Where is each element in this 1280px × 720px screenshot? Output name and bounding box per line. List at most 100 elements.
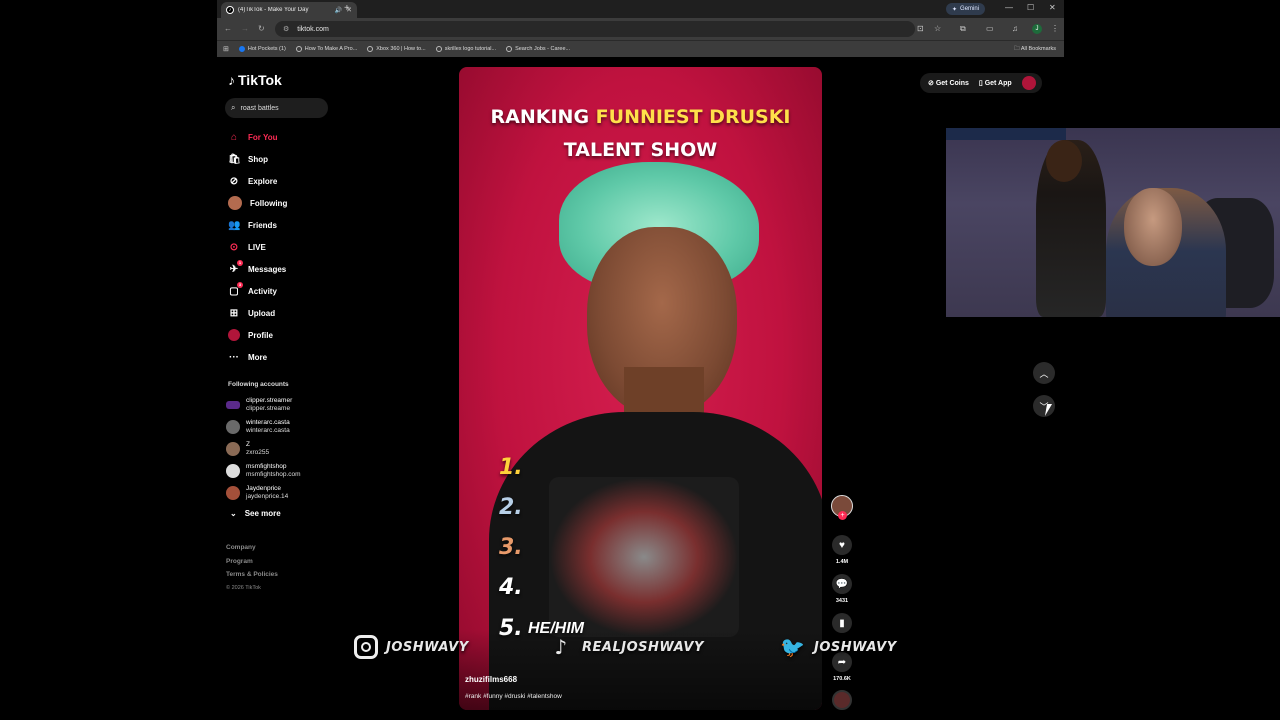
back-icon[interactable]: ←	[224, 24, 232, 33]
sidebar-item-label: Friends	[248, 220, 277, 230]
comment-button[interactable]: 💬 3431	[830, 574, 854, 604]
url-field[interactable]: ⚙ tiktok.com	[275, 21, 915, 37]
sidebar-item-label: Explore	[248, 176, 278, 186]
footer-link-terms[interactable]: Terms & Policies	[226, 568, 278, 582]
menu-kebab-icon[interactable]: ⋮	[1051, 24, 1059, 33]
sidebar-item-upload[interactable]: ⊞ Upload	[226, 302, 336, 324]
sidebar-item-for-you[interactable]: ⌂ For You	[226, 126, 336, 148]
title-highlight: FUNNIEST DRUSKI	[595, 106, 791, 128]
like-count: 1.4M	[835, 559, 849, 565]
site-info-icon[interactable]: ⚙	[283, 25, 289, 33]
sidebar-item-shop[interactable]: 🛍 Shop	[226, 148, 336, 170]
sidebar-item-label: LIVE	[248, 242, 266, 252]
sidebar-item-friends[interactable]: 👥 Friends	[226, 214, 336, 236]
close-window-icon[interactable]: ✕	[1049, 3, 1056, 12]
maximize-icon[interactable]: ☐	[1027, 3, 1034, 12]
folder-icon: 🗀	[1014, 46, 1020, 52]
account-username: zxro255	[246, 449, 270, 456]
sidebar-item-activity[interactable]: ▢ 3 Activity	[226, 280, 336, 302]
tiktok-logo-icon: ♪	[228, 72, 235, 88]
minimize-icon[interactable]: —	[1005, 3, 1013, 12]
following-account[interactable]: Zzxro255	[226, 438, 336, 460]
user-avatar[interactable]	[1021, 76, 1036, 90]
account-name: Jaydenprice	[246, 485, 282, 492]
rank-3: 3.	[499, 535, 523, 560]
gemini-label: Gemini	[960, 6, 980, 12]
speaker-icon[interactable]: 🔊	[335, 7, 342, 14]
title-line-2: TALENT SHOW	[563, 139, 718, 161]
bookmark-label: skrillex logo tutorial...	[444, 46, 497, 52]
twitter-handle: JOSHWAVY	[814, 639, 897, 655]
gemini-sparkle-icon: ✦	[952, 6, 958, 13]
gemini-button[interactable]: ✦ Gemini	[946, 3, 986, 15]
sidebar-item-profile[interactable]: Profile	[226, 324, 336, 346]
split-view-icon[interactable]: ▭	[986, 24, 994, 33]
tab-title: (4)TikTok - Make Your Day	[238, 7, 309, 13]
apps-grid-icon[interactable]: ⊞	[223, 45, 229, 53]
twitter-bird-icon: 🐦	[780, 635, 806, 659]
bookmark-item[interactable]: How To Make A Pro...	[295, 46, 358, 52]
media-control-icon[interactable]: ♫	[1012, 24, 1018, 33]
webcam-overlay	[946, 128, 1280, 317]
sidebar-item-messages[interactable]: ✈ 1 Messages	[226, 258, 336, 280]
following-account[interactable]: winterarc.casta winterarc.casta	[226, 416, 336, 438]
favorite-button[interactable]: ▮	[830, 613, 854, 633]
video-author[interactable]: zhuzifilms668	[465, 675, 517, 684]
bookmark-item[interactable]: Search Jobs - Caree...	[506, 46, 570, 52]
follow-plus-icon[interactable]: +	[838, 511, 847, 520]
bookmark-item[interactable]: Xbox 360 | How to...	[367, 46, 426, 52]
account-name: Z	[246, 441, 250, 448]
sidebar-item-explore[interactable]: ⊘ Explore	[226, 170, 336, 192]
install-app-icon[interactable]: ⊡	[917, 24, 924, 33]
extensions-icon[interactable]: ⧉	[960, 24, 966, 34]
following-account[interactable]: Jaydenprice jaydenprice.14	[226, 482, 336, 504]
account-username: clipper.streame	[246, 405, 291, 412]
tab-tiktok[interactable]: ♪ (4)TikTok - Make Your Day 🔊 ✕	[221, 2, 357, 18]
sidebar-item-label: Following	[250, 198, 288, 208]
see-more-button[interactable]: ⌄ See more	[230, 509, 281, 518]
get-coins-label: Get Coins	[935, 80, 969, 87]
reload-icon[interactable]: ↻	[258, 24, 265, 33]
get-app-button[interactable]: ▯ Get App	[979, 79, 1012, 87]
globe-icon	[295, 46, 302, 52]
avatar	[226, 486, 240, 500]
get-coins-button[interactable]: ⊘ Get Coins	[928, 79, 969, 87]
previous-video-button[interactable]: ︿	[1033, 362, 1055, 384]
account-username: winterarc.casta	[246, 427, 290, 434]
profile-avatar[interactable]: J	[1032, 24, 1042, 34]
sidebar-item-following[interactable]: Following	[226, 192, 336, 214]
messages-badge: 1	[237, 259, 243, 266]
music-disc-avatar[interactable]	[832, 690, 852, 710]
messages-icon: ✈ 1	[229, 259, 243, 275]
instagram-icon	[354, 635, 378, 659]
tiktok-logo[interactable]: ♪ TikTok	[228, 72, 282, 88]
new-tab-icon[interactable]: +	[344, 3, 350, 14]
background-tv	[946, 128, 1066, 140]
video-player[interactable]: RANKING FUNNIEST DRUSKI TALENT SHOW 1. 2…	[459, 67, 822, 710]
tiktok-handle-overlay: ♪ REALJOSHWAVY	[548, 632, 704, 662]
forward-icon[interactable]: →	[241, 24, 249, 33]
sidebar-item-live[interactable]: ⊙ LIVE	[226, 236, 336, 258]
following-account[interactable]: clipper.streamer clipper.streame	[226, 394, 336, 416]
all-bookmarks-button[interactable]: 🗀 All Bookmarks	[1014, 45, 1056, 54]
video-hashtags[interactable]: #rank #funny #druski #talentshow	[465, 693, 562, 700]
following-account[interactable]: msmfightshop msmfightshop.com	[226, 460, 336, 482]
account-username: msmfightshop.com	[246, 471, 301, 478]
sidebar-item-more[interactable]: ··· More	[226, 346, 336, 368]
video-title-overlay: RANKING FUNNIEST DRUSKI TALENT SHOW	[459, 101, 822, 167]
creator-avatar[interactable]: +	[831, 495, 853, 520]
search-input[interactable]: ⌕ roast battles	[225, 98, 328, 118]
bookmark-label: Xbox 360 | How to...	[376, 46, 426, 52]
bookmark-item[interactable]: skrillex logo tutorial...	[435, 46, 497, 52]
footer-link-program[interactable]: Program	[226, 555, 278, 569]
bookmark-label: How To Make A Pro...	[304, 46, 358, 52]
like-button[interactable]: ♥ 1.4M	[830, 535, 854, 565]
footer-link-company[interactable]: Company	[226, 541, 278, 555]
following-accounts-heading: Following accounts	[228, 381, 289, 388]
streamer-left-head	[1046, 140, 1082, 182]
bookmark-star-icon[interactable]: ☆	[934, 24, 941, 33]
chevron-down-icon: ⌄	[230, 509, 237, 518]
bookmark-item[interactable]: Hot Pockets (1)	[238, 46, 286, 52]
shop-icon: 🛍	[228, 153, 241, 165]
share-count: 170.6K	[833, 676, 851, 682]
